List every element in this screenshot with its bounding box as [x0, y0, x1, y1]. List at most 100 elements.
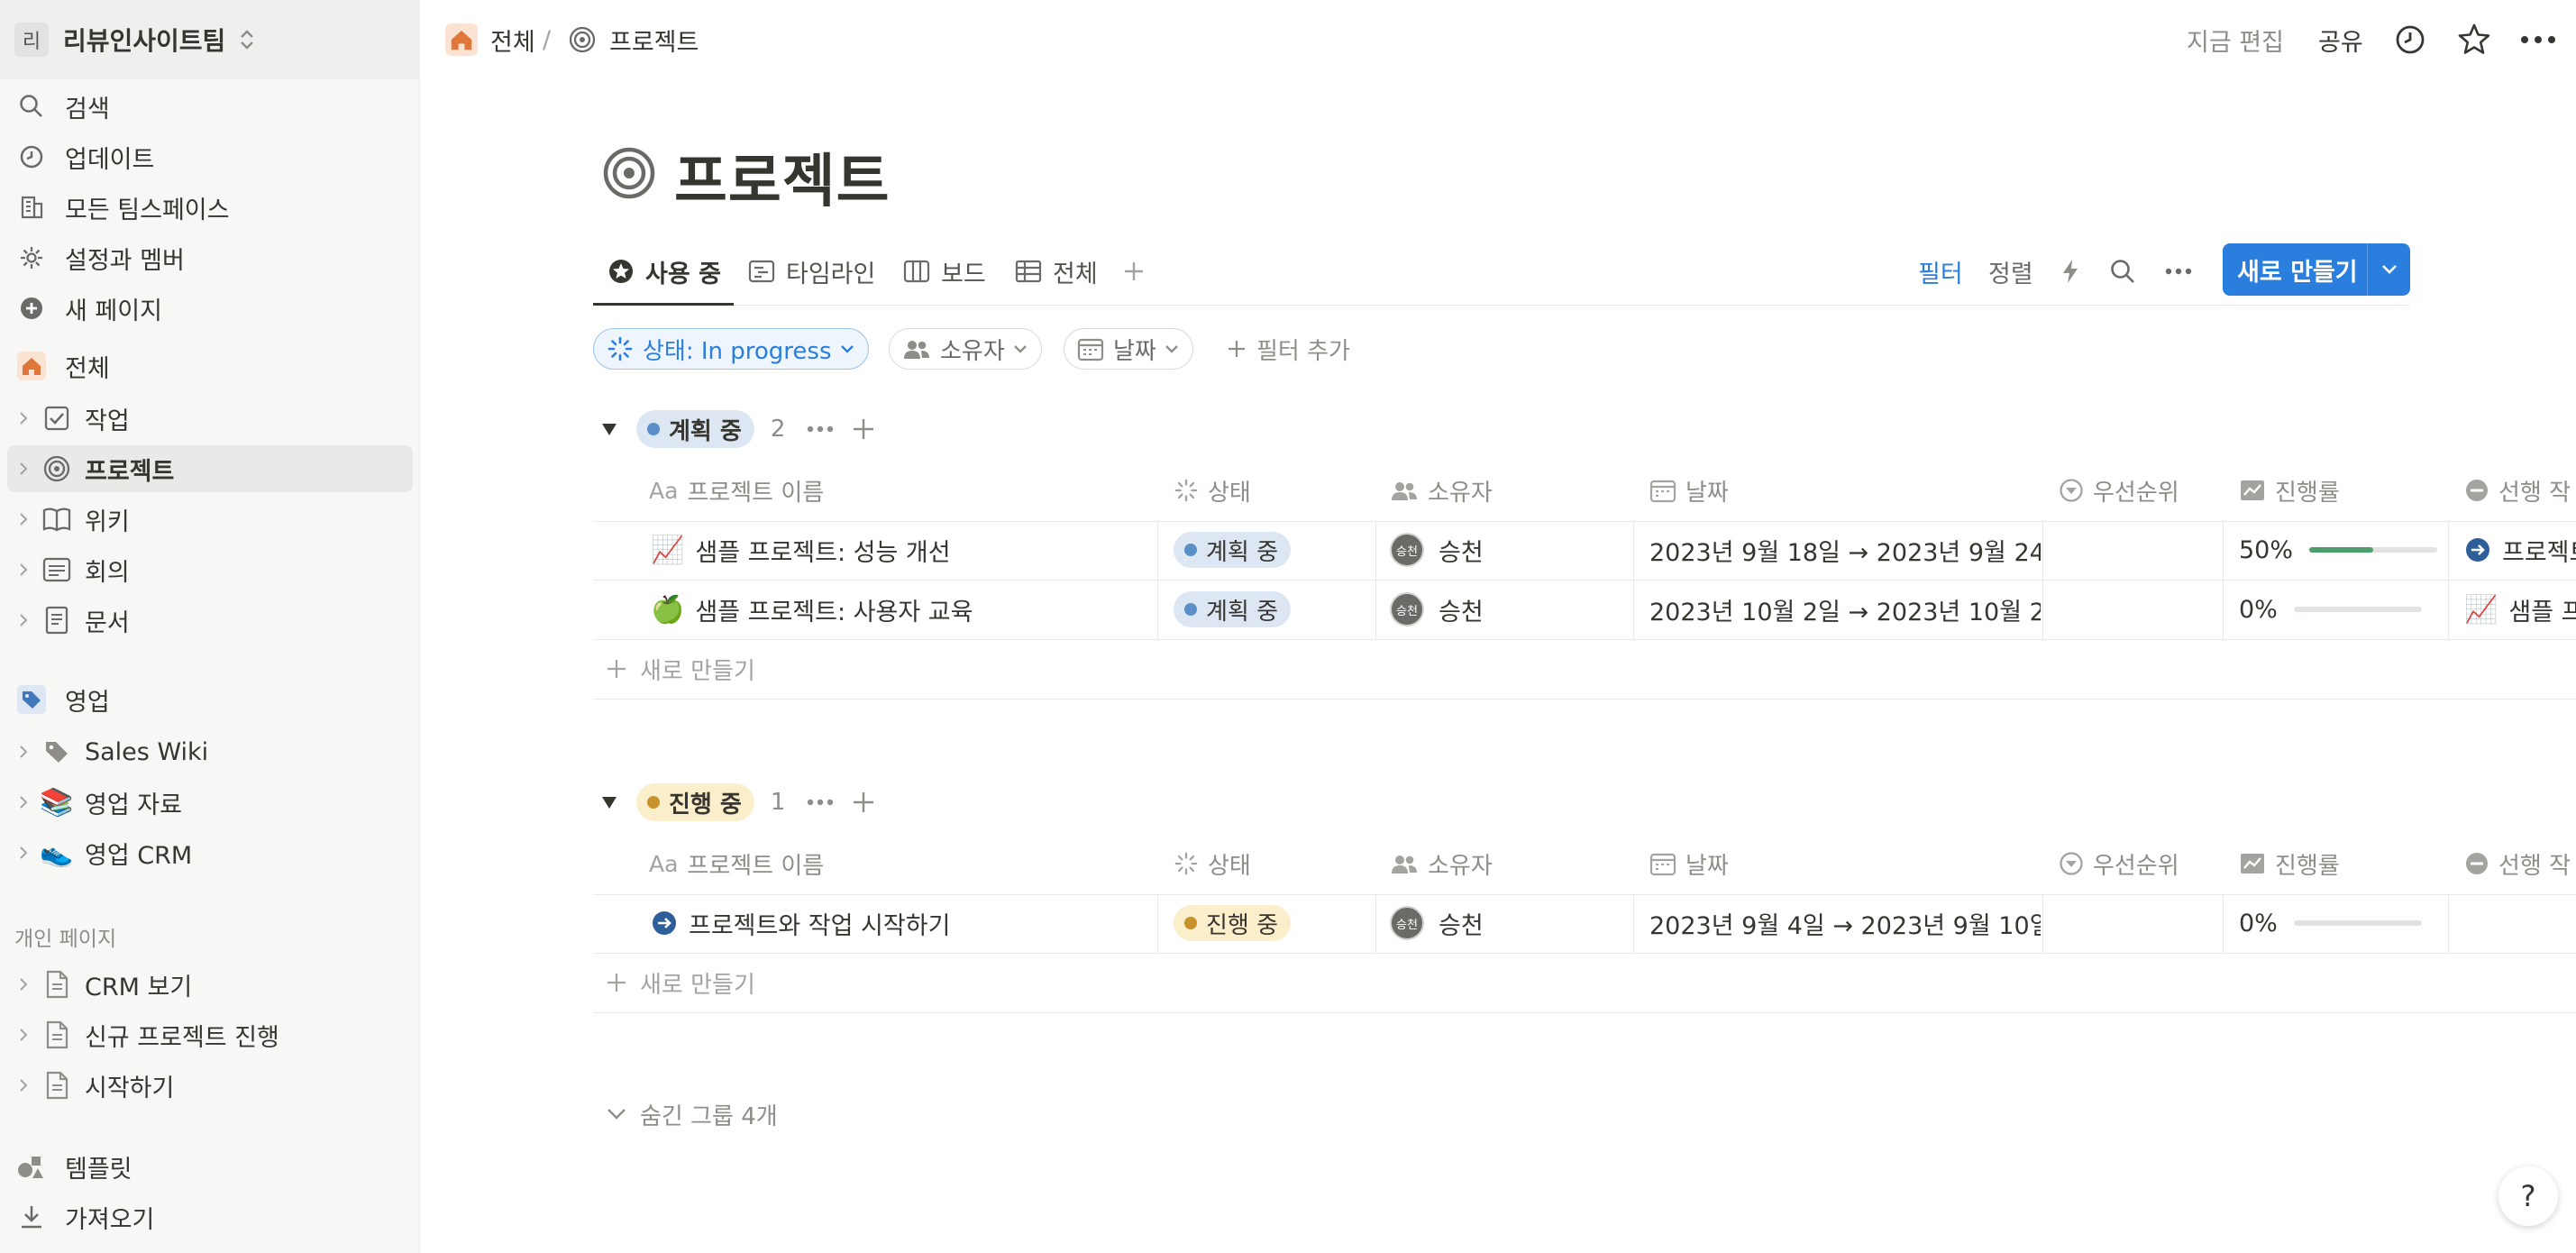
column-header-date[interactable]: 날짜	[1649, 840, 1729, 887]
table-row-status[interactable]: 계획 중	[1174, 521, 1372, 579]
tab-in-use[interactable]: 사용 중	[607, 251, 721, 292]
column-header-status[interactable]: 상태	[1174, 840, 1251, 887]
tab-board[interactable]: 보드	[903, 251, 986, 292]
breadcrumb-current[interactable]: 프로젝트	[568, 20, 699, 59]
sidebar-item-wiki[interactable]: 위키	[0, 496, 420, 543]
add-row-button[interactable]: 새로 만들기	[606, 642, 755, 696]
chevron-down-icon[interactable]	[2368, 263, 2410, 276]
column-header-name[interactable]: Aa 프로젝트 이름	[649, 840, 824, 887]
table-row-priority[interactable]	[2059, 581, 2221, 638]
table-row-name[interactable]: 프로젝트와 작업 시작하기	[651, 894, 1156, 952]
sidebar-item-sales-wiki[interactable]: Sales Wiki	[0, 728, 420, 775]
column-divider	[1157, 894, 1158, 954]
collapse-triangle-icon[interactable]	[600, 794, 618, 810]
add-filter-button[interactable]: 필터 추가	[1226, 328, 1350, 370]
sidebar-item-import[interactable]: 가져오기	[0, 1194, 420, 1240]
favorite-button[interactable]	[2457, 20, 2491, 59]
sidebar-item-teamspace[interactable]: 전체	[0, 343, 420, 389]
owner-filter-chip[interactable]: 소유자	[889, 328, 1042, 370]
chevron-right-icon[interactable]	[13, 407, 34, 429]
table-row-name[interactable]: 🍏 샘플 프로젝트: 사용자 교육	[651, 581, 1156, 638]
table-row-date[interactable]: 2023년 9월 18일 → 2023년 9월 24	[1649, 521, 2041, 579]
sidebar-item-updates[interactable]: 업데이트	[0, 133, 420, 180]
hidden-groups-toggle[interactable]: 숨긴 그룹 4개	[606, 1094, 778, 1134]
table-row-name[interactable]: 📈 샘플 프로젝트: 성능 개선	[651, 521, 1156, 579]
breadcrumb-home[interactable]: 전체	[445, 20, 535, 59]
chevron-right-icon[interactable]	[13, 508, 34, 530]
sidebar-item-tasks[interactable]: 작업	[0, 395, 420, 442]
table-row-status[interactable]: 진행 중	[1174, 894, 1372, 952]
column-header-name[interactable]: Aa 프로젝트 이름	[649, 467, 824, 514]
tab-all[interactable]: 전체	[1015, 251, 1098, 292]
column-header-priority[interactable]: 우선순위	[2059, 840, 2179, 887]
column-header-dependency[interactable]: 선행 작	[2464, 467, 2571, 514]
table-row-owner[interactable]: 승천 승천	[1390, 894, 1624, 952]
tab-timeline[interactable]: 타임라인	[748, 251, 875, 292]
sidebar-item-settings[interactable]: 설정과 멤버	[0, 234, 420, 281]
history-button[interactable]	[2394, 20, 2426, 59]
sidebar-item-docs[interactable]: 문서	[0, 597, 420, 644]
plus-icon[interactable]	[852, 417, 875, 441]
table-row-owner[interactable]: 승천 승천	[1390, 521, 1624, 579]
add-row-button[interactable]: 새로 만들기	[606, 956, 755, 1010]
table-row-date[interactable]: 2023년 10월 2일 → 2023년 10월 2	[1649, 581, 2041, 638]
sidebar-item-sales-crm[interactable]: 👟 영업 CRM	[0, 829, 420, 876]
column-header-status[interactable]: 상태	[1174, 467, 1251, 514]
chevron-right-icon[interactable]	[13, 1075, 34, 1096]
sidebar-item-sales-teamspace[interactable]: 영업	[0, 676, 420, 723]
chevron-right-icon[interactable]	[13, 1024, 34, 1046]
workspace-switcher[interactable]: 리 리뷰인사이트팀	[0, 0, 420, 79]
view-more-button[interactable]	[2165, 251, 2192, 292]
sidebar-item-getting-started[interactable]: 시작하기	[0, 1062, 420, 1109]
sort-button[interactable]: 정렬	[1988, 251, 2033, 292]
sidebar-item-search[interactable]: 검색	[0, 83, 420, 130]
chevron-right-icon[interactable]	[13, 791, 34, 813]
new-item-button[interactable]: 새로 만들기	[2223, 243, 2410, 296]
table-row-date[interactable]: 2023년 9월 4일 → 2023년 9월 10일	[1649, 894, 2041, 952]
column-header-owner[interactable]: 소유자	[1390, 467, 1493, 514]
chevron-right-icon[interactable]	[13, 974, 34, 995]
more-horizontal-icon[interactable]	[807, 799, 834, 806]
column-header-priority[interactable]: 우선순위	[2059, 467, 2179, 514]
chevron-right-icon[interactable]	[13, 842, 34, 864]
chevron-right-icon[interactable]	[13, 458, 34, 480]
column-header-progress[interactable]: 진행률	[2239, 840, 2340, 887]
more-horizontal-icon[interactable]	[807, 425, 834, 433]
sidebar-item-all-teamspaces[interactable]: 모든 팀스페이스	[0, 184, 420, 231]
chevron-right-icon[interactable]	[13, 741, 34, 763]
sidebar-item-projects[interactable]: 프로젝트	[7, 445, 413, 492]
search-button[interactable]	[2109, 251, 2136, 292]
help-button[interactable]: ?	[2498, 1166, 2558, 1226]
table-row-progress[interactable]: 0%	[2239, 581, 2446, 638]
sidebar-item-new-project[interactable]: 신규 프로젝트 진행	[0, 1011, 420, 1058]
chevron-right-icon[interactable]	[13, 609, 34, 631]
column-header-dependency[interactable]: 선행 작	[2464, 840, 2571, 887]
filter-button[interactable]: 필터	[1918, 251, 1963, 292]
collapse-triangle-icon[interactable]	[600, 421, 618, 437]
sidebar-item-templates[interactable]: 템플릿	[0, 1143, 420, 1190]
table-row-dependency[interactable]: 프로젝트	[2464, 521, 2576, 579]
sidebar-item-meetings[interactable]: 회의	[0, 546, 420, 593]
add-view-button[interactable]	[1121, 251, 1146, 292]
automation-button[interactable]	[2060, 251, 2080, 292]
more-button[interactable]	[2520, 20, 2556, 59]
table-row-status[interactable]: 계획 중	[1174, 581, 1372, 638]
sidebar-item-new-page[interactable]: 새 페이지	[0, 285, 420, 332]
chevron-right-icon[interactable]	[13, 559, 34, 581]
table-row-priority[interactable]	[2059, 521, 2221, 579]
plus-icon[interactable]	[852, 791, 875, 814]
table-row-dependency[interactable]: 📈 샘플 프	[2464, 581, 2576, 638]
column-header-owner[interactable]: 소유자	[1390, 840, 1493, 887]
status-filter-chip[interactable]: 상태: In progress	[593, 328, 869, 370]
table-row-progress[interactable]: 0%	[2239, 894, 2446, 952]
column-header-progress[interactable]: 진행률	[2239, 467, 2340, 514]
sidebar-item-sales-materials[interactable]: 📚 영업 자료	[0, 779, 420, 826]
column-header-date[interactable]: 날짜	[1649, 467, 1729, 514]
share-button[interactable]: 공유	[2318, 20, 2363, 59]
table-row-priority[interactable]	[2059, 894, 2221, 952]
table-row-owner[interactable]: 승천 승천	[1390, 581, 1624, 638]
table-row-progress[interactable]: 50%	[2239, 521, 2446, 579]
date-filter-chip[interactable]: 날짜	[1064, 328, 1193, 370]
table-row-dependency[interactable]	[2464, 894, 2576, 952]
sidebar-item-crm-view[interactable]: CRM 보기	[0, 961, 420, 1008]
